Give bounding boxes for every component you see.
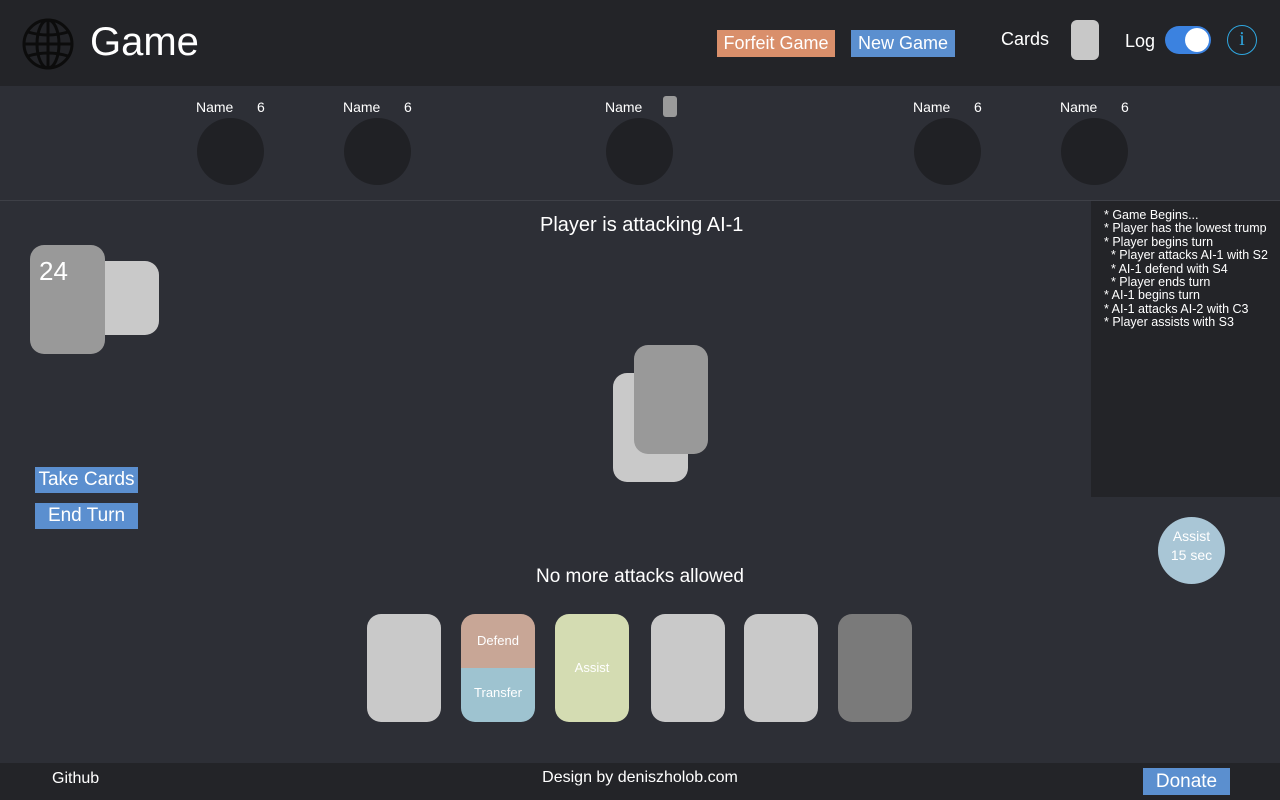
- active-turn-indicator: [663, 96, 677, 117]
- deck-count: 24: [39, 256, 68, 286]
- cards-label: Cards: [1001, 29, 1050, 49]
- turn-status: Player is attacking AI-1: [540, 214, 744, 236]
- page-title: Game: [90, 20, 199, 64]
- new-game-button[interactable]: New Game: [851, 30, 955, 57]
- log-entry: * Game Begins...: [1104, 208, 1199, 222]
- log-entry: * Player begins turn: [1104, 234, 1214, 249]
- hand-card-disabled: [838, 614, 912, 722]
- log-entry: * Player assists with S3: [1104, 315, 1234, 330]
- card-style-selector[interactable]: [1071, 20, 1099, 60]
- opponent-card-count: 6: [1121, 99, 1129, 115]
- avatar: [344, 118, 411, 185]
- log-toggle[interactable]: [1165, 26, 1211, 54]
- transfer-option[interactable]: Transfer: [461, 668, 535, 722]
- hand-card-assist[interactable]: Assist: [555, 614, 629, 722]
- avatar: [606, 118, 673, 185]
- assist-timer-label: Assist: [1172, 528, 1211, 544]
- opponent-name: Name: [1060, 99, 1098, 115]
- header: Game Forfeit Game New Game Cards Log i: [0, 0, 1280, 86]
- globe-icon: [22, 18, 74, 70]
- hand-card-defend-transfer[interactable]: Defend Transfer: [461, 614, 535, 722]
- opponents-bar: Name 6 Name 6 Name Name 6 Name 6: [0, 86, 1280, 201]
- attack-hint: No more attacks allowed: [535, 566, 745, 587]
- log-entry: * Player attacks AI-1 with S2: [1104, 248, 1268, 263]
- hand-card[interactable]: [744, 614, 818, 722]
- log-entry: * Player ends turn: [1104, 275, 1211, 290]
- info-icon[interactable]: i: [1227, 25, 1257, 55]
- defend-option[interactable]: Defend: [461, 614, 535, 668]
- hand-card[interactable]: [367, 614, 441, 722]
- opponent-card-count: 6: [404, 99, 412, 115]
- opponent-card-count: 6: [257, 99, 265, 115]
- toggle-knob: [1185, 28, 1209, 52]
- opponent-name: Name: [343, 99, 381, 115]
- opponent-name: Name: [196, 99, 234, 115]
- footer: Design by deniszholob.com Github Donate: [0, 763, 1280, 800]
- donate-button[interactable]: Donate: [1143, 768, 1230, 795]
- avatar: [914, 118, 981, 185]
- opponent-card-count: 6: [974, 99, 982, 115]
- assist-timer-time: 15 sec: [1170, 547, 1213, 563]
- hand-card[interactable]: [651, 614, 725, 722]
- assist-option: Assist: [574, 660, 610, 675]
- log-entry: * Player has the lowest trump: [1104, 221, 1267, 236]
- end-turn-button[interactable]: End Turn: [35, 503, 138, 529]
- take-cards-button[interactable]: Take Cards: [35, 467, 138, 493]
- opponent-name: Name: [913, 99, 951, 115]
- design-credit-link[interactable]: Design by deniszholob.com: [0, 769, 1280, 787]
- log-entry: * AI-1 defend with S4: [1104, 261, 1228, 276]
- forfeit-game-button[interactable]: Forfeit Game: [717, 30, 835, 57]
- log-label: Log: [1125, 31, 1156, 51]
- defense-card: [634, 345, 708, 454]
- opponent-name: Name: [605, 99, 643, 115]
- game-log: * Game Begins... * Player has the lowest…: [1091, 201, 1280, 497]
- log-entry: * AI-1 begins turn: [1104, 288, 1200, 303]
- avatar: [197, 118, 264, 185]
- avatar: [1061, 118, 1128, 185]
- github-link[interactable]: Github: [52, 770, 99, 788]
- log-entry: * AI-1 attacks AI-2 with C3: [1104, 301, 1249, 316]
